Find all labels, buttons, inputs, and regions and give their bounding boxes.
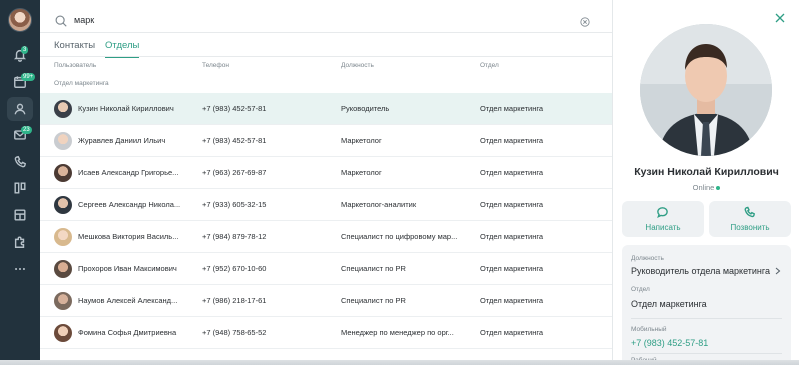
row-department: Отдел маркетинга [480,328,544,337]
avatar [54,196,72,214]
table-row[interactable]: Прохоров Иван Максимович +7 (952) 670-10… [40,253,612,285]
position-value[interactable]: Руководитель отдела маркетинга [631,266,770,276]
kanban-icon[interactable] [10,178,30,198]
avatar [54,260,72,278]
phone-icon[interactable] [10,152,30,172]
chevron-right-icon[interactable] [775,267,781,275]
profile-panel: Кузин Николай Кириллович Online Написать… [612,0,799,365]
row-name: Наумов Алексей Александ... [78,296,178,305]
table-row[interactable]: Сергеев Александр Никола... +7 (933) 605… [40,189,612,221]
row-name: Кузин Николай Кириллович [78,104,174,113]
row-phone: +7 (984) 879-78-12 [202,232,267,241]
table-row[interactable]: Журавлев Даниил Ильич +7 (983) 452-57-81… [40,125,612,157]
row-position: Специалист по PR [341,264,406,273]
column-header-user[interactable]: Пользователь [54,62,96,69]
row-phone: +7 (983) 452-57-81 [202,104,267,113]
status-text: Online [692,183,715,192]
column-header-phone[interactable]: Телефон [202,62,229,69]
row-name: Фомина Софья Дмитриевна [78,328,177,337]
search-icon [55,15,67,27]
row-phone: +7 (952) 670-10-60 [202,264,267,273]
contacts-panel: марк Контакты Отделы Пользователь Телефо… [40,0,612,365]
profile-name: Кузин Николай Кириллович [634,166,779,178]
avatar [54,292,72,310]
online-dot [716,186,721,191]
row-department: Отдел маркетинга [480,264,544,273]
table-row[interactable]: Наумов Алексей Александ... +7 (986) 218-… [40,285,612,317]
row-position: Руководитель [341,104,390,113]
row-department: Отдел маркетинга [480,104,544,113]
write-label: Написать [645,223,681,232]
column-header-position[interactable]: Должность [341,62,374,69]
row-position: Маркетолог [341,168,382,177]
row-phone: +7 (948) 758-65-52 [202,328,267,337]
structure-icon[interactable] [10,205,30,225]
mobile-value[interactable]: +7 (983) 452-57-81 [631,338,708,348]
row-department: Отдел маркетинга [480,232,544,241]
row-department: Отдел маркетинга [480,136,544,145]
avatar [54,324,72,342]
user-avatar[interactable] [8,8,32,32]
row-position: Специалист по PR [341,296,406,305]
search-input[interactable]: марк [74,15,94,25]
avatar [54,100,72,118]
row-position: Маркетолог-аналитик [341,200,417,209]
call-label: Позвонить [730,223,770,232]
divider [631,353,782,354]
row-position: Специалист по цифровому мар... [341,232,458,241]
avatar [54,228,72,246]
table-row[interactable]: Мешкова Виктория Василь... +7 (984) 879-… [40,221,612,253]
puzzle-icon[interactable] [10,232,30,252]
call-button[interactable]: Позвонить [709,201,791,237]
table-row[interactable]: Исаев Александр Григорье... +7 (963) 267… [40,157,612,189]
row-name: Журавлев Даниил Ильич [78,136,166,145]
window-bottom-edge [0,360,799,365]
profile-status: Online [613,183,799,192]
row-name: Мешкова Виктория Василь... [78,232,179,241]
write-button[interactable]: Написать [622,201,704,237]
search-bar[interactable]: марк [54,12,598,32]
row-department: Отдел маркетинга [480,168,544,177]
more-icon[interactable] [10,259,30,279]
row-name: Прохоров Иван Максимович [78,264,177,273]
message-icon [657,207,668,219]
row-name: Сергеев Александр Никола... [78,200,181,209]
row-phone: +7 (933) 605-32-15 [202,200,267,209]
department-key: Отдел [631,286,650,293]
phone-icon [744,206,756,218]
table-row[interactable]: Фомина Софья Дмитриевна +7 (948) 758-65-… [40,317,612,349]
avatar [54,164,72,182]
clear-search-icon[interactable] [580,17,590,27]
contacts-icon[interactable] [10,99,30,119]
row-department: Отдел маркетинга [480,200,544,209]
row-name: Исаев Александр Григорье... [78,168,179,177]
column-header-department[interactable]: Отдел [480,62,499,69]
row-position: Менеджер по менеджер по орг... [341,328,454,337]
row-position: Маркетолог [341,136,382,145]
row-phone: +7 (986) 218-17-61 [202,296,267,305]
row-phone: +7 (963) 267-69-87 [202,168,267,177]
close-icon[interactable] [775,13,785,23]
section-title: Отдел маркетинга [54,80,109,87]
row-phone: +7 (983) 452-57-81 [202,136,267,145]
calendar-badge: 99+ [21,73,36,81]
mail-badge: 23 [21,126,32,134]
nav-rail: 3 99+ 23 [0,0,40,365]
divider [40,56,612,57]
department-value: Отдел маркетинга [631,299,707,309]
mobile-key: Мобильный [631,326,667,333]
divider [631,318,782,319]
table-row[interactable]: Кузин Николай Кириллович +7 (983) 452-57… [40,93,612,125]
profile-details-card: Должность Руководитель отдела маркетинга… [622,245,791,365]
profile-photo [640,24,772,156]
avatar [54,132,72,150]
divider [40,32,612,33]
row-department: Отдел маркетинга [480,296,544,305]
position-key: Должность [631,255,664,262]
